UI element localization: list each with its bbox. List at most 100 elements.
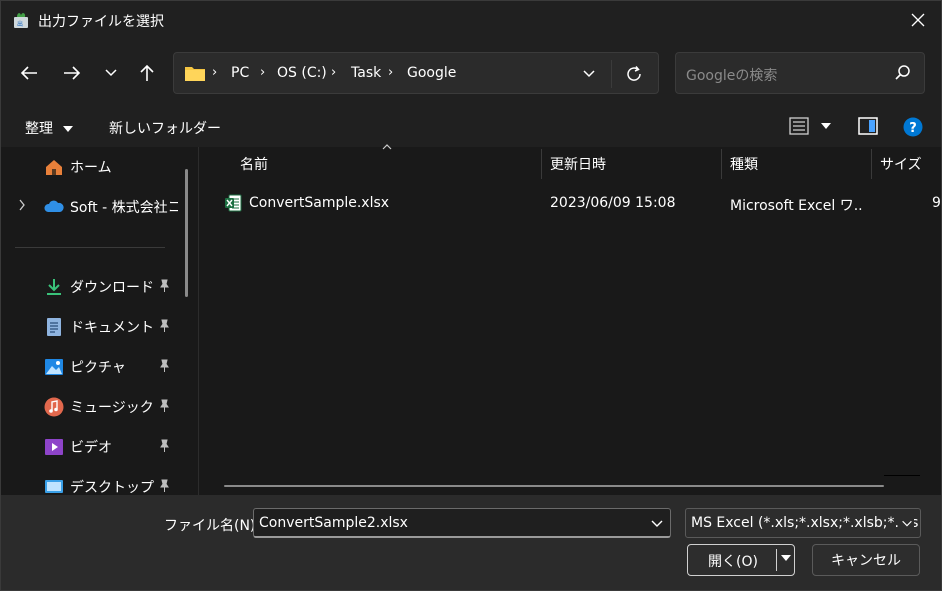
- folder-icon: [185, 67, 205, 81]
- back-button[interactable]: [15, 59, 43, 87]
- pin-icon[interactable]: [157, 359, 171, 373]
- search-input[interactable]: Googleの検索: [675, 52, 925, 94]
- sidebar-scrollbar[interactable]: [185, 169, 188, 297]
- organize-label: 整理: [25, 121, 53, 137]
- sidebar-item-documents[interactable]: ドキュメント: [1, 309, 187, 343]
- chevron-down-icon: [583, 70, 595, 78]
- file-size: 9: [932, 195, 941, 211]
- navigation-bar: › PC › OS (C:) › Task › Google Googleの検索: [1, 39, 941, 107]
- breadcrumb-pc[interactable]: PC: [231, 65, 249, 81]
- sidebar-item-videos[interactable]: ビデオ: [1, 429, 187, 463]
- file-list[interactable]: 名前 更新日時 種類 サイズ ConvertSample.xlsx 2023/0…: [200, 144, 941, 495]
- sidebar-item-label: ピクチャ: [70, 360, 126, 376]
- pin-icon[interactable]: [157, 439, 171, 453]
- column-header-type[interactable]: 種類: [730, 154, 758, 174]
- column-separator[interactable]: [871, 149, 872, 179]
- sidebar-item-onedrive[interactable]: Soft - 株式会社コ: [1, 189, 187, 223]
- music-icon: [44, 397, 64, 417]
- table-row[interactable]: ConvertSample.xlsx 2023/06/09 15:08 Micr…: [200, 187, 941, 219]
- breadcrumb-google[interactable]: Google: [407, 65, 456, 81]
- caret-down-icon: [821, 123, 832, 129]
- address-history-button[interactable]: [576, 62, 602, 86]
- sidebar-item-label: ミュージック: [70, 400, 154, 416]
- arrow-left-icon: [20, 66, 37, 80]
- breadcrumb-separator-icon: ›: [212, 65, 218, 80]
- breadcrumb-task[interactable]: Task: [351, 65, 381, 81]
- organize-button[interactable]: 整理: [25, 118, 74, 138]
- sidebar-item-label: ダウンロード: [70, 280, 154, 296]
- help-button[interactable]: ?: [903, 117, 923, 141]
- file-type: Microsoft Excel ワ...: [730, 198, 862, 214]
- address-divider: [611, 60, 612, 88]
- address-bar[interactable]: › PC › OS (C:) › Task › Google: [173, 52, 659, 94]
- close-icon: [911, 13, 925, 27]
- close-button[interactable]: [895, 1, 941, 39]
- column-header-name[interactable]: 名前: [240, 154, 268, 174]
- breadcrumb-separator-icon: ›: [260, 65, 266, 80]
- chevron-down-icon: [105, 69, 117, 77]
- navigation-pane[interactable]: ホーム Soft - 株式会社コ ダウンロード ドキュメント ピクチャ ミュージ…: [1, 147, 199, 496]
- breadcrumb-separator-icon: ›: [331, 65, 337, 80]
- chevron-down-icon: [898, 516, 914, 530]
- pin-icon[interactable]: [157, 479, 171, 493]
- file-modified: 2023/06/09 15:08: [550, 195, 676, 211]
- recent-locations-button[interactable]: [97, 59, 125, 87]
- list-view-icon: [789, 117, 809, 135]
- open-button[interactable]: 開く(O): [687, 544, 795, 576]
- document-icon: [47, 318, 61, 336]
- up-button[interactable]: [133, 59, 161, 87]
- svg-text:?: ?: [909, 121, 917, 136]
- sidebar-item-label: ドキュメント: [70, 320, 154, 336]
- arrow-right-icon: [64, 66, 81, 80]
- sidebar-divider: [15, 247, 165, 248]
- chevron-down-icon[interactable]: [650, 516, 664, 530]
- video-icon: [45, 439, 63, 455]
- column-header-size[interactable]: サイズ: [880, 154, 922, 174]
- sort-ascending-icon: [382, 144, 392, 150]
- preview-pane-button[interactable]: [858, 117, 878, 139]
- pin-icon[interactable]: [157, 399, 171, 413]
- open-label: 開く(O): [708, 554, 758, 570]
- caret-down-icon[interactable]: [780, 554, 792, 562]
- filetype-select[interactable]: MS Excel (*.xls;*.xlsx;*.xlsb;*.xls: [685, 508, 921, 538]
- sidebar-item-home[interactable]: ホーム: [1, 149, 187, 183]
- sidebar-item-downloads[interactable]: ダウンロード: [1, 269, 187, 303]
- scrollbar-track-end: [884, 475, 920, 476]
- filename-value: ConvertSample2.xlsx: [259, 515, 408, 531]
- excel-file-icon: [225, 194, 242, 212]
- refresh-button[interactable]: [620, 61, 648, 87]
- arrow-up-icon: [140, 64, 154, 81]
- command-bar: 整理 新しいフォルダー ?: [1, 107, 941, 147]
- filename-label: ファイル名(N):: [164, 518, 261, 534]
- sidebar-item-music[interactable]: ミュージック: [1, 389, 187, 423]
- window-title: 出力ファイルを選択: [38, 14, 164, 30]
- cancel-button[interactable]: キャンセル: [812, 544, 920, 576]
- home-icon: [46, 160, 62, 175]
- horizontal-scrollbar[interactable]: [224, 485, 884, 487]
- forward-button[interactable]: [58, 59, 86, 87]
- dialog-footer: ファイル名(N): ConvertSample2.xlsx MS Excel (…: [1, 495, 941, 590]
- sidebar-item-label: ビデオ: [70, 440, 112, 456]
- breadcrumb-drive[interactable]: OS (C:): [277, 65, 327, 81]
- column-header-modified[interactable]: 更新日時: [550, 154, 606, 174]
- new-folder-label: 新しいフォルダー: [109, 121, 221, 137]
- sidebar-item-label: ホーム: [70, 160, 112, 176]
- file-name: ConvertSample.xlsx: [249, 195, 390, 211]
- split-button-divider: [776, 549, 777, 571]
- desktop-icon: [45, 480, 63, 493]
- pin-icon[interactable]: [157, 319, 171, 333]
- sidebar-item-label: Soft - 株式会社コ: [70, 200, 178, 216]
- caret-down-icon: [63, 126, 74, 132]
- filename-input[interactable]: ConvertSample2.xlsx: [253, 508, 671, 538]
- sidebar-item-label: デスクトップ: [70, 480, 154, 496]
- sidebar-item-pictures[interactable]: ピクチャ: [1, 349, 187, 383]
- app-icon: 出: [14, 13, 28, 28]
- view-options-button[interactable]: [789, 116, 832, 136]
- download-icon: [47, 279, 61, 295]
- pin-icon[interactable]: [157, 279, 171, 293]
- column-separator[interactable]: [721, 149, 722, 179]
- refresh-icon: [627, 66, 641, 81]
- column-separator[interactable]: [541, 149, 542, 179]
- pictures-icon: [45, 359, 63, 375]
- new-folder-button[interactable]: 新しいフォルダー: [109, 118, 221, 138]
